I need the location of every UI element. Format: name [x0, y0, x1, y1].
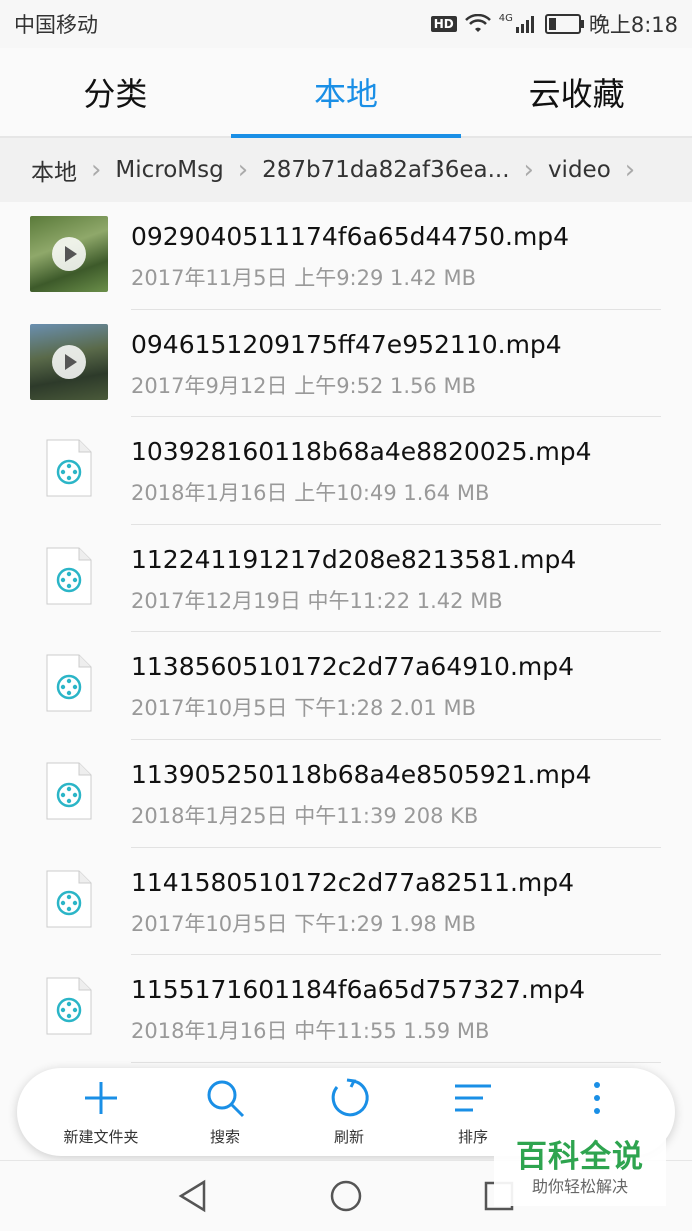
file-row[interactable]: 1138560510172c2d77a64910.mp4 2017年10月5日 …: [0, 632, 692, 740]
breadcrumb: 本地 › MicroMsg › 287b71da82af36ea... › vi…: [0, 138, 692, 202]
watermark-subtitle: 助你轻松解决: [531, 1177, 628, 1196]
video-file-icon: [46, 439, 92, 497]
clock: 晚上8:18: [588, 13, 678, 37]
file-meta: 2018年1月16日 上午10:49 1.64 MB: [131, 481, 490, 506]
chevron-right-icon: ›: [523, 155, 534, 185]
file-name: 112241191217d208e8213581.mp4: [131, 544, 577, 574]
file-name: 103928160118b68a4e8820025.mp4: [131, 437, 592, 467]
file-name: 1155171601184f6a65d757327.mp4: [131, 975, 585, 1005]
file-row[interactable]: 0929040511174f6a65d44750.mp4 2017年11月5日 …: [0, 202, 692, 310]
new-folder-button[interactable]: 新建文件夹: [39, 1068, 163, 1156]
file-meta: 2017年12月19日 中午11:22 1.42 MB: [131, 588, 503, 613]
tab-bar: 分类 本地 云收藏: [0, 48, 692, 138]
search-label: 搜索: [209, 1128, 240, 1146]
back-icon[interactable]: [177, 1179, 209, 1213]
video-file-icon: [46, 870, 92, 928]
file-meta: 2017年9月12日 上午9:52 1.56 MB: [131, 373, 476, 398]
file-meta: 2017年11月5日 上午9:29 1.42 MB: [131, 266, 476, 290]
sort-label: 排序: [457, 1128, 488, 1146]
video-thumbnail: [30, 216, 108, 292]
file-row[interactable]: 112241191217d208e8213581.mp4 2017年12月19日…: [0, 525, 692, 633]
play-icon: [52, 237, 86, 271]
hd-badge: HD: [430, 16, 457, 32]
file-row[interactable]: 1141580510172c2d77a82511.mp4 2017年10月5日 …: [0, 848, 692, 956]
breadcrumb-item-video[interactable]: video: [534, 157, 625, 183]
file-name: 1141580510172c2d77a82511.mp4: [131, 867, 575, 897]
search-button[interactable]: 搜索: [163, 1068, 287, 1156]
tab-local[interactable]: 本地: [230, 48, 462, 138]
sort-icon: [455, 1084, 491, 1112]
file-name: 0946151209175ff47e952110.mp4: [131, 329, 562, 359]
network-type: 4G: [498, 13, 513, 24]
watermark-logo: 百科全说 助你轻松解决: [494, 1136, 666, 1206]
file-meta: 2018年1月16日 中午11:55 1.59 MB: [131, 1019, 490, 1044]
video-file-icon: [46, 762, 92, 820]
video-file-icon: [46, 547, 92, 605]
chevron-right-icon: ›: [237, 155, 249, 185]
carrier-name: 中国移动: [14, 13, 98, 37]
video-file-icon: [46, 654, 92, 712]
breadcrumb-item-hash-folder[interactable]: 287b71da82af36ea...: [248, 157, 523, 183]
home-icon[interactable]: [329, 1179, 363, 1213]
file-row[interactable]: 113905250118b68a4e8505921.mp4 2018年1月25日…: [0, 740, 692, 848]
refresh-label: 刷新: [333, 1128, 364, 1146]
file-row[interactable]: 0946151209175ff47e952110.mp4 2017年9月12日 …: [0, 310, 692, 418]
file-row[interactable]: 1155171601184f6a65d757327.mp4 2018年1月16日…: [0, 955, 692, 1063]
wifi-icon: [464, 14, 491, 32]
file-row[interactable]: 103928160118b68a4e8820025.mp4 2018年1月16日…: [0, 417, 692, 525]
video-thumbnail: [30, 323, 108, 400]
new-folder-label: 新建文件夹: [63, 1128, 139, 1146]
refresh-button[interactable]: 刷新: [287, 1068, 411, 1156]
watermark-title: 百科全说: [516, 1139, 644, 1175]
status-bar: 中国移动 HD 4G 晚上8:18: [0, 0, 692, 48]
chevron-right-icon: ›: [91, 155, 102, 185]
file-meta: 2018年1月25日 中午11:39 208 KB: [131, 803, 479, 828]
file-meta: 2017年10月5日 下午1:29 1.98 MB: [131, 911, 476, 936]
file-name: 0929040511174f6a65d44750.mp4: [131, 222, 570, 251]
tab-cloud-favorites[interactable]: 云收藏: [461, 48, 692, 136]
file-list: 0929040511174f6a65d44750.mp4 2017年11月5日 …: [0, 202, 692, 1063]
refresh-icon: [331, 1078, 369, 1117]
play-icon: [52, 344, 86, 379]
more-vertical-icon: [594, 1082, 600, 1114]
video-file-icon: [46, 977, 92, 1035]
breadcrumb-item-local[interactable]: 本地: [0, 153, 91, 187]
plus-icon: [85, 1082, 117, 1114]
search-icon: [207, 1080, 245, 1118]
battery-icon: [544, 14, 584, 34]
file-name: 1138560510172c2d77a64910.mp4: [131, 652, 575, 682]
file-name: 113905250118b68a4e8505921.mp4: [131, 759, 592, 789]
file-meta: 2017年10月5日 下午1:28 2.01 MB: [131, 696, 476, 721]
chevron-right-icon: ›: [624, 155, 636, 185]
status-icons: HD 4G 晚上8:18: [430, 9, 678, 39]
tab-category[interactable]: 分类: [0, 48, 231, 136]
breadcrumb-item-micromsg[interactable]: MicroMsg: [101, 157, 237, 183]
signal-icon: [515, 16, 534, 33]
